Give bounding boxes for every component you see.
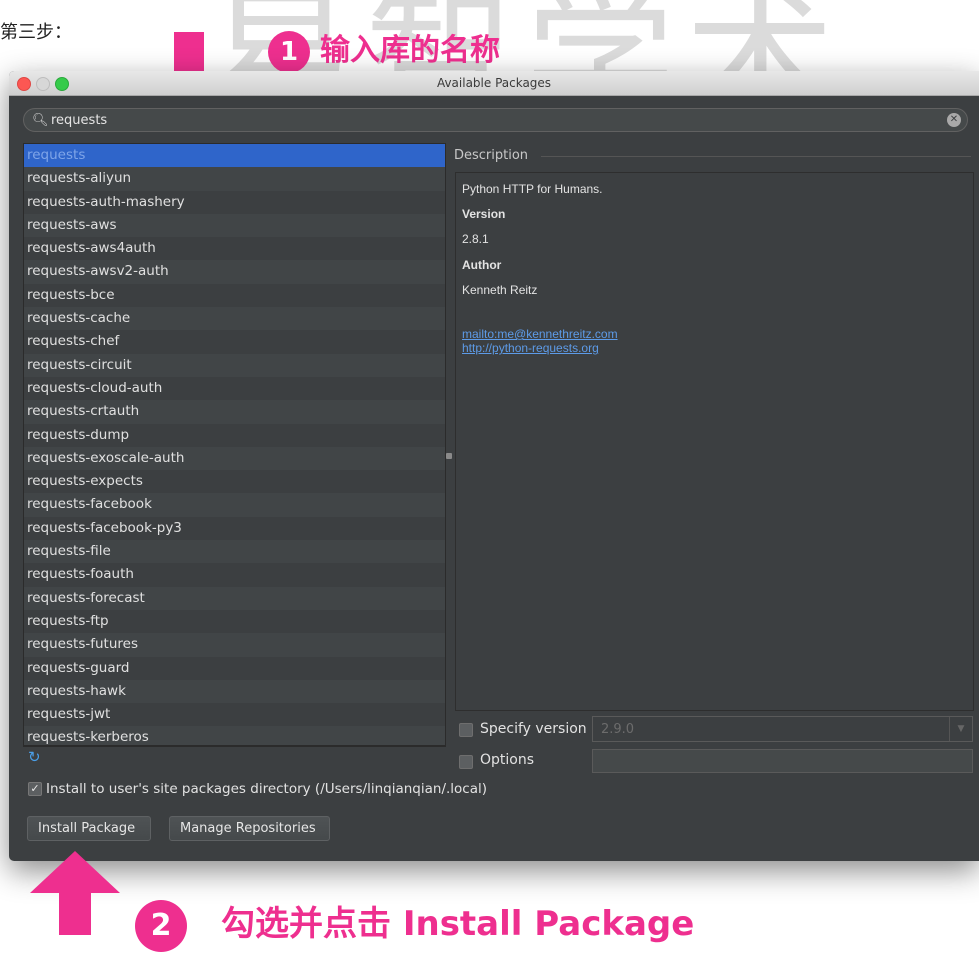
package-list-item[interactable]: requests-aws — [24, 213, 445, 238]
search-input[interactable] — [51, 112, 931, 128]
email-link[interactable]: mailto:me@kennethreitz.com — [462, 327, 618, 341]
step2-text: 勾选并点击 Install Package — [221, 904, 695, 944]
description-header: Description — [454, 148, 529, 163]
step1-text: 输入库的名称 — [320, 33, 500, 68]
package-list-item[interactable]: requests-dump — [24, 424, 445, 447]
package-list-item[interactable]: requests-cache — [24, 307, 445, 331]
step-label: 第三步： — [0, 22, 72, 43]
package-list-item[interactable]: requests-forecast — [24, 586, 445, 610]
author-label: Author — [462, 258, 502, 272]
author-value: Kenneth Reitz — [462, 283, 538, 297]
package-list-item[interactable]: requests-facebook-py3 — [24, 517, 445, 540]
annotation-step2: 2 勾选并点击 Install Package — [135, 896, 694, 952]
package-list-item[interactable]: requests-aws4auth — [24, 237, 445, 260]
title-bar: Available Packages — [9, 71, 979, 96]
description-panel: Python HTTP for Humans. Version 2.8.1 Au… — [455, 172, 974, 711]
package-list[interactable]: requests requests-aliyun requests-auth-mas… — [23, 143, 446, 746]
package-list-item[interactable]: requests-kerberos — [24, 726, 445, 745]
version-select-value: 2.9.0 — [601, 722, 635, 737]
package-list-item[interactable]: requests-awsv2-auth — [24, 260, 445, 284]
annotation-step1: 1 输入库的名称 — [268, 25, 500, 73]
package-list-item[interactable]: requests-guard — [24, 657, 445, 680]
package-list-item[interactable]: requests-cloud-auth — [24, 377, 445, 400]
install-to-user-checkbox[interactable]: ✓ — [28, 782, 42, 796]
description-divider — [541, 156, 971, 157]
package-list-item[interactable]: requests-exoscale-auth — [24, 446, 445, 471]
package-list-footer: ↻ — [23, 746, 446, 769]
chevron-down-icon[interactable]: ▼ — [949, 717, 972, 741]
clear-search-icon[interactable]: ✕ — [947, 113, 961, 127]
package-list-item[interactable]: requests-facebook — [24, 493, 445, 517]
options-label: Options — [480, 752, 535, 768]
search-field[interactable]: 🔍︎ ✕ — [23, 108, 968, 132]
package-list-item[interactable]: requests-crtauth — [24, 400, 445, 424]
step1-number: 1 — [268, 30, 310, 73]
available-packages-window: Available Packages 🔍︎ ✕ requestsrequests… — [9, 71, 979, 861]
package-list-item[interactable]: requests-aliyun — [24, 167, 445, 191]
window-title: Available Packages — [436, 76, 552, 90]
options-checkbox[interactable] — [459, 755, 473, 769]
package-list-item[interactable]: requests-futures — [24, 633, 445, 657]
package-list-item[interactable]: requests-circuit — [24, 353, 445, 377]
package-list-item[interactable]: requests-jwt — [24, 703, 445, 726]
arrow-up-icon — [30, 851, 120, 935]
install-to-user-label: Install to user's site packages director… — [46, 781, 488, 797]
manage-repositories-button[interactable]: Manage Repositories — [169, 816, 330, 841]
search-icon[interactable]: 🔍︎ — [32, 113, 49, 128]
package-list-item[interactable]: requests-expects — [24, 470, 445, 493]
version-value: 2.8.1 — [462, 232, 489, 246]
package-list-item[interactable]: requests-bce — [24, 284, 445, 307]
splitter-handle[interactable] — [446, 453, 452, 459]
package-list-item[interactable]: requests-auth-mashery — [24, 191, 445, 214]
package-list-item[interactable]: requests-hawk — [24, 679, 445, 704]
step2-number: 2 — [135, 899, 187, 952]
version-select[interactable]: 2.9.0 ▼ — [592, 716, 973, 742]
package-list-item[interactable]: requests-foauth — [24, 563, 445, 586]
package-list-item[interactable]: requests-ftp — [24, 610, 445, 633]
homepage-link[interactable]: http://python-requests.org — [462, 341, 599, 355]
package-summary: Python HTTP for Humans. — [462, 182, 603, 196]
package-list-item[interactable]: requests-file — [24, 540, 445, 564]
install-package-button[interactable]: Install Package — [27, 816, 151, 841]
package-list-item[interactable]: requests — [24, 144, 445, 168]
options-input[interactable] — [592, 749, 973, 773]
specify-version-checkbox[interactable] — [459, 723, 473, 737]
refresh-icon[interactable]: ↻ — [28, 748, 41, 766]
specify-version-label: Specify version — [480, 721, 587, 737]
package-list-item[interactable]: requests-chef — [24, 330, 445, 353]
version-label: Version — [462, 207, 506, 221]
